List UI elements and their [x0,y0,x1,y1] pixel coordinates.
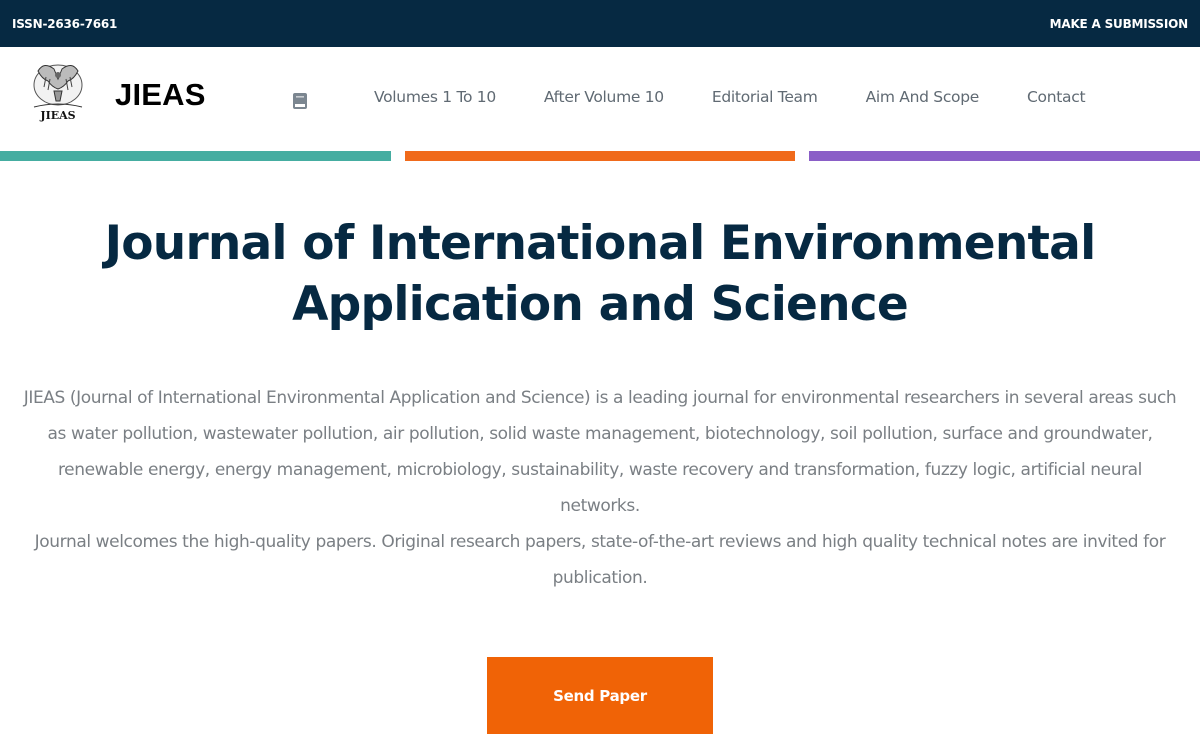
make-submission-link[interactable]: MAKE A SUBMISSION [1050,17,1189,31]
send-paper-button[interactable]: Send Paper [487,657,713,734]
stripe-purple [809,151,1200,161]
nav-volumes-1-10[interactable]: Volumes 1 To 10 [350,88,520,106]
hero-description: JIEAS (Journal of International Environm… [20,380,1180,596]
site-header: JIEAS JIEAS Volumes 1 To 10 After Volume… [0,47,1200,151]
nav-contact[interactable]: Contact [1003,88,1109,106]
color-stripes [0,151,1200,161]
journal-logo[interactable]: JIEAS [24,57,92,125]
hero-title-line-2: Application and Science [292,277,909,332]
nav-editorial-team[interactable]: Editorial Team [688,88,842,106]
svg-text:JIEAS: JIEAS [39,109,75,122]
hero-title-line-1: Journal of International Environmental [104,216,1097,271]
book-icon[interactable] [291,92,309,110]
top-bar: ISSN-2636-7661 MAKE A SUBMISSION [0,0,1200,47]
nav-after-volume-10[interactable]: After Volume 10 [520,88,688,106]
stripe-teal [0,151,391,161]
brand-name[interactable]: JIEAS [115,77,206,113]
hero-paragraph-1: JIEAS (Journal of International Environm… [23,388,1177,516]
nav-aim-and-scope[interactable]: Aim And Scope [842,88,1003,106]
issn-label: ISSN-2636-7661 [12,16,118,31]
stripe-orange [405,151,795,161]
hero-title: Journal of International Environmental A… [0,213,1200,335]
hero-paragraph-2: Journal welcomes the high-quality papers… [34,532,1166,588]
main-nav: Volumes 1 To 10 After Volume 10 Editoria… [350,88,1109,106]
